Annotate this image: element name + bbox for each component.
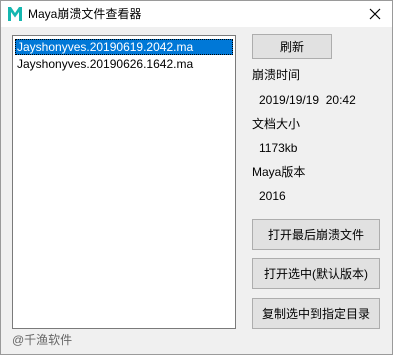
list-item[interactable]: Jayshonyves.20190619.2042.ma <box>15 39 233 55</box>
window-title: Maya崩溃文件查看器 <box>28 7 142 21</box>
title-bar[interactable]: Maya崩溃文件查看器 <box>1 1 392 27</box>
open-selected-button[interactable]: 打开选中(默认版本) <box>252 258 380 289</box>
crash-time-label: 崩溃时间 <box>252 68 301 82</box>
copy-selected-button[interactable]: 复制选中到指定目录 <box>252 298 380 329</box>
footer-credit: @千渔软件 <box>12 333 73 347</box>
maya-m-logo-icon <box>8 7 22 21</box>
file-size-value: 1173kb <box>259 141 298 155</box>
open-latest-crash-button[interactable]: 打开最后崩溃文件 <box>252 219 380 250</box>
close-x-icon <box>369 8 381 20</box>
crash-file-list[interactable]: Jayshonyves.20190619.2042.ma Jayshonyves… <box>12 35 236 329</box>
refresh-button[interactable]: 刷新 <box>252 34 332 59</box>
maya-version-value: 2016 <box>259 189 286 203</box>
list-item[interactable]: Jayshonyves.20190626.1642.ma <box>15 56 233 72</box>
file-size-label: 文档大小 <box>252 117 301 131</box>
main-window: Maya崩溃文件查看器 Jayshonyves.20190619.2042.ma… <box>0 0 393 355</box>
crash-time-value: 2019/19/19 20:42 <box>259 93 356 107</box>
close-button[interactable] <box>358 1 392 27</box>
maya-version-label: Maya版本 <box>252 165 306 179</box>
